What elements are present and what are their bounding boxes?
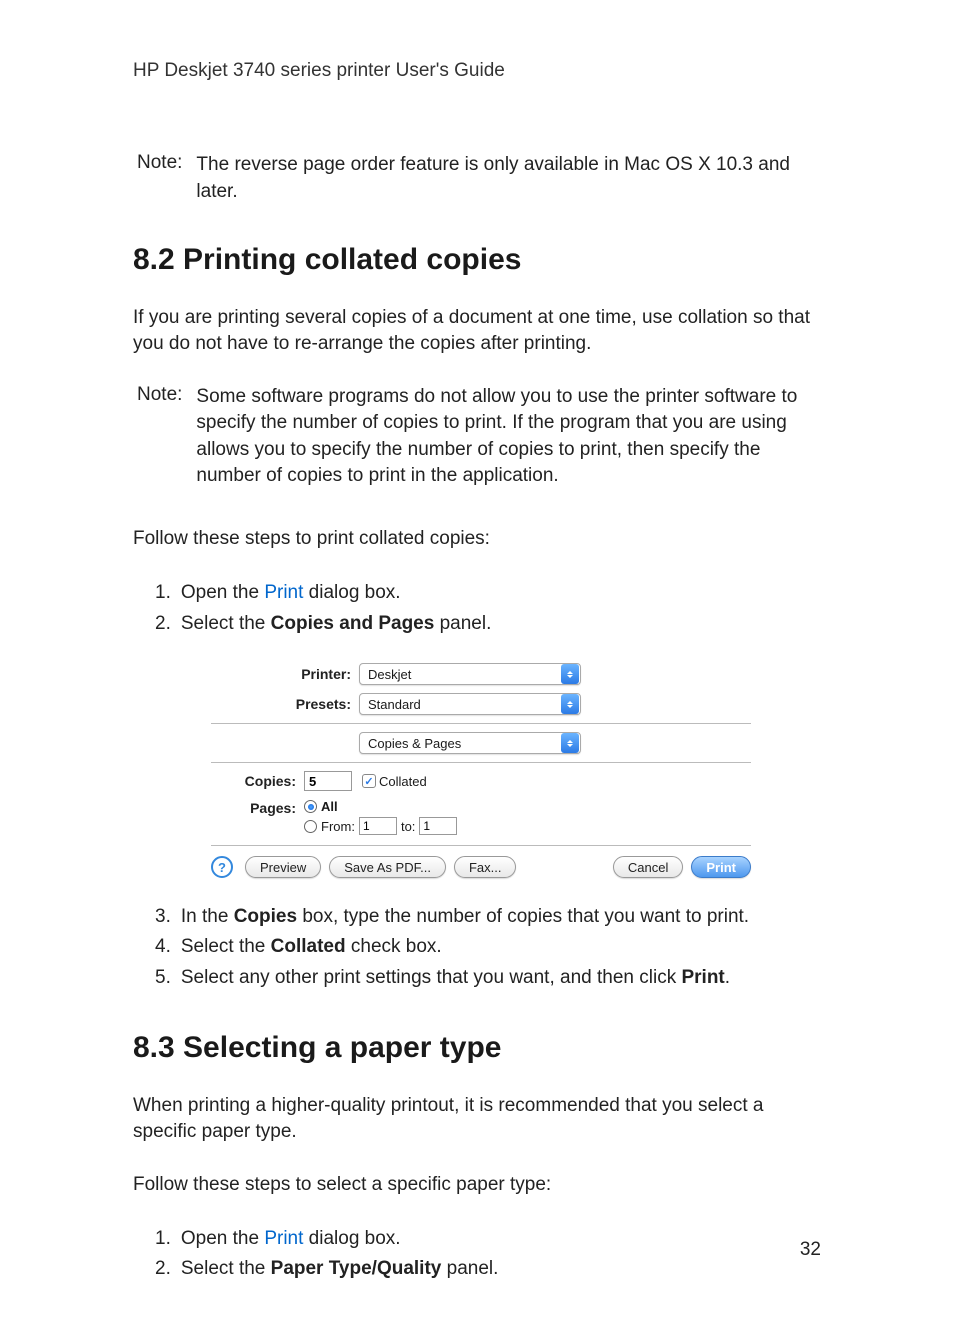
step-number: 5. bbox=[155, 963, 171, 993]
list-item: 2. Select the Paper Type/Quality panel. bbox=[155, 1254, 821, 1284]
text: Select any other print settings that you… bbox=[181, 967, 682, 988]
checkbox-label: Collated bbox=[379, 774, 427, 789]
step-number: 4. bbox=[155, 932, 171, 962]
print-link[interactable]: Print bbox=[264, 582, 303, 603]
text: dialog box. bbox=[303, 1228, 400, 1249]
collated-checkbox[interactable]: ✓ Collated bbox=[362, 774, 427, 789]
page-number: 32 bbox=[800, 1239, 821, 1261]
pages-from-row: From: to: bbox=[156, 817, 751, 835]
chevron-updown-icon bbox=[561, 664, 579, 684]
text: . bbox=[725, 967, 730, 988]
bold-text: Copies and Pages bbox=[271, 613, 435, 634]
from-label: From: bbox=[321, 819, 355, 834]
bold-text: Print bbox=[681, 967, 724, 988]
help-button[interactable]: ? bbox=[211, 856, 233, 878]
preview-button[interactable]: Preview bbox=[245, 856, 321, 878]
text: Open the bbox=[181, 582, 264, 603]
select-value: Deskjet bbox=[368, 667, 411, 682]
section-heading-82: 8.2 Printing collated copies bbox=[133, 243, 821, 277]
radio-label: All bbox=[321, 799, 338, 814]
text: Select the bbox=[181, 1258, 271, 1279]
text: Open the bbox=[181, 1228, 264, 1249]
text: panel. bbox=[441, 1258, 498, 1279]
note-text: Some software programs do not allow you … bbox=[196, 384, 821, 490]
select-value: Copies & Pages bbox=[368, 736, 461, 751]
panel-select[interactable]: Copies & Pages bbox=[359, 732, 581, 754]
steps-list-83: 1. Open the Print dialog box. 2. Select … bbox=[133, 1224, 821, 1285]
chevron-updown-icon bbox=[561, 733, 579, 753]
bold-text: Copies bbox=[234, 906, 297, 927]
steps-list-82b: 3. In the Copies box, type the number of… bbox=[133, 902, 821, 993]
section-heading-83: 8.3 Selecting a paper type bbox=[133, 1031, 821, 1065]
pages-from-radio[interactable]: From: to: bbox=[304, 817, 751, 835]
list-item: 4. Select the Collated check box. bbox=[155, 932, 821, 962]
from-input[interactable] bbox=[359, 817, 397, 835]
bold-text: Paper Type/Quality bbox=[271, 1258, 442, 1279]
printer-row: Printer: Deskjet bbox=[211, 663, 751, 685]
section82-intro: If you are printing several copies of a … bbox=[133, 305, 821, 357]
step-number: 2. bbox=[155, 609, 171, 639]
step-number: 3. bbox=[155, 902, 171, 932]
text: check box. bbox=[346, 936, 442, 957]
checkmark-icon: ✓ bbox=[362, 774, 376, 788]
printer-label: Printer: bbox=[211, 666, 359, 682]
header-title: HP Deskjet 3740 series printer User's Gu… bbox=[133, 60, 821, 82]
bold-text: Collated bbox=[271, 936, 346, 957]
divider bbox=[211, 723, 751, 724]
radio-icon bbox=[304, 800, 317, 813]
list-item: 3. In the Copies box, type the number of… bbox=[155, 902, 821, 932]
list-item: 5. Select any other print settings that … bbox=[155, 963, 821, 993]
copies-label: Copies: bbox=[156, 773, 304, 789]
note-block-2: Note: Some software programs do not allo… bbox=[137, 384, 821, 490]
list-item: 1. Open the Print dialog box. bbox=[155, 578, 821, 608]
text: Select the bbox=[181, 613, 271, 634]
text: In the bbox=[181, 906, 234, 927]
dialog-footer: ? Preview Save As PDF... Fax... Cancel P… bbox=[211, 845, 751, 878]
note-label: Note: bbox=[137, 152, 182, 205]
save-as-pdf-button[interactable]: Save As PDF... bbox=[329, 856, 446, 878]
text: panel. bbox=[434, 613, 491, 634]
pages-label: Pages: bbox=[156, 800, 304, 816]
pages-all-radio[interactable]: All bbox=[304, 799, 338, 814]
radio-icon bbox=[304, 820, 317, 833]
chevron-updown-icon bbox=[561, 694, 579, 714]
to-input[interactable] bbox=[419, 817, 457, 835]
presets-select[interactable]: Standard bbox=[359, 693, 581, 715]
presets-label: Presets: bbox=[211, 696, 359, 712]
select-value: Standard bbox=[368, 697, 421, 712]
note-label: Note: bbox=[137, 384, 182, 490]
step-number: 1. bbox=[155, 1224, 171, 1254]
panel-row: Copies & Pages bbox=[211, 732, 751, 754]
print-dialog: Printer: Deskjet Presets: Standard Copie… bbox=[211, 653, 751, 888]
steps-list-82a: 1. Open the Print dialog box. 2. Select … bbox=[133, 578, 821, 639]
pages-row: Pages: All bbox=[156, 799, 751, 817]
copies-row: Copies: ✓ Collated bbox=[156, 771, 751, 791]
to-label: to: bbox=[401, 819, 415, 834]
note-text: The reverse page order feature is only a… bbox=[196, 152, 821, 205]
text: dialog box. bbox=[303, 582, 400, 603]
print-link[interactable]: Print bbox=[264, 1228, 303, 1249]
text: box, type the number of copies that you … bbox=[297, 906, 749, 927]
step-number: 1. bbox=[155, 578, 171, 608]
printer-select[interactable]: Deskjet bbox=[359, 663, 581, 685]
fax-button[interactable]: Fax... bbox=[454, 856, 517, 878]
step-number: 2. bbox=[155, 1254, 171, 1284]
note-block-1: Note: The reverse page order feature is … bbox=[137, 152, 821, 205]
text: Select the bbox=[181, 936, 271, 957]
section82-follow: Follow these steps to print collated cop… bbox=[133, 526, 821, 552]
list-item: 2. Select the Copies and Pages panel. bbox=[155, 609, 821, 639]
section83-follow: Follow these steps to select a specific … bbox=[133, 1172, 821, 1198]
print-button[interactable]: Print bbox=[691, 856, 751, 878]
presets-row: Presets: Standard bbox=[211, 693, 751, 715]
divider bbox=[211, 762, 751, 763]
list-item: 1. Open the Print dialog box. bbox=[155, 1224, 821, 1254]
copies-input[interactable] bbox=[304, 771, 352, 791]
section83-intro: When printing a higher-quality printout,… bbox=[133, 1093, 821, 1145]
cancel-button[interactable]: Cancel bbox=[613, 856, 683, 878]
